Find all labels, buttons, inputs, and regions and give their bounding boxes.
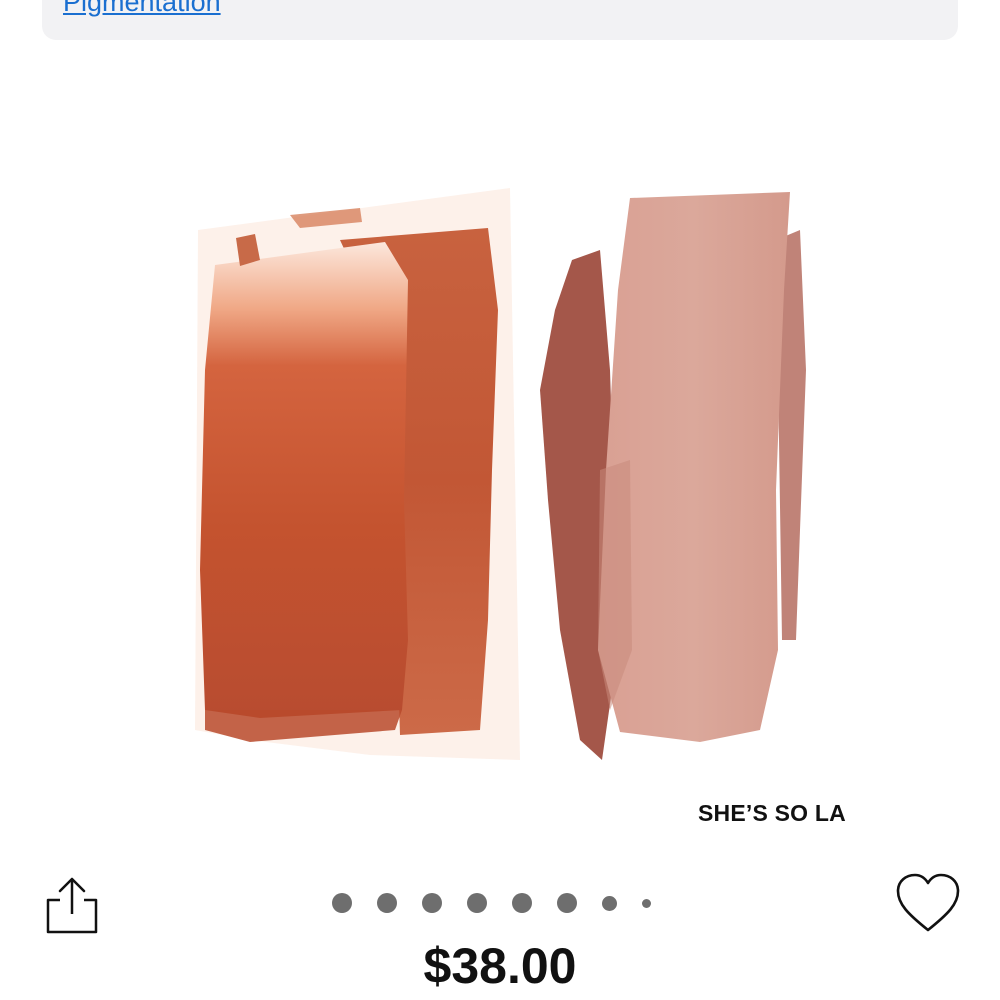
carousel-dot[interactable]: [422, 893, 442, 913]
shade-name-label: SHE’S SO LA: [698, 800, 846, 826]
image-carousel-indicator[interactable]: [332, 892, 651, 914]
pigmentation-link[interactable]: Pigmentation: [63, 0, 221, 18]
carousel-dot[interactable]: [602, 895, 617, 911]
carousel-dot[interactable]: [642, 898, 651, 908]
carousel-dot[interactable]: [557, 893, 577, 913]
swatch-svg: [195, 188, 806, 760]
carousel-dot[interactable]: [467, 893, 487, 913]
cream-swatch-left: [200, 242, 408, 718]
share-button[interactable]: [40, 874, 104, 938]
carousel-dot[interactable]: [377, 893, 397, 913]
heart-icon: [896, 873, 960, 932]
carousel-dot[interactable]: [332, 893, 352, 913]
product-price: $38.00: [423, 938, 577, 994]
share-icon: [46, 877, 98, 934]
carousel-dot[interactable]: [512, 893, 532, 913]
favorite-button[interactable]: [894, 872, 962, 936]
product-swatch-image: [0, 170, 1000, 790]
